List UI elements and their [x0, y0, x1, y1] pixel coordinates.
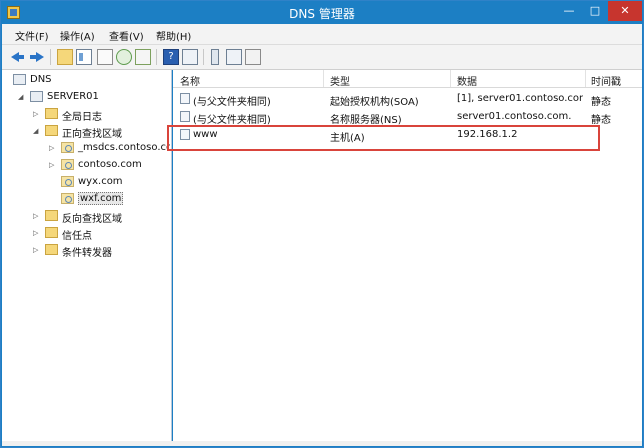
menu-bar: 文件(F) 操作(A) 查看(V) 帮助(H) — [2, 24, 642, 45]
dns-icon[interactable] — [226, 49, 242, 65]
folder-icon — [45, 244, 58, 255]
dns-manager-window: DNS 管理器 — □ ✕ 文件(F) 操作(A) 查看(V) 帮助(H) ? — [0, 0, 644, 448]
collapsed-arrow-icon[interactable]: ▷ — [49, 144, 54, 152]
record-icon — [180, 111, 190, 122]
tree-label: 条件转发器 — [62, 248, 112, 259]
tree-item-wyx-zone[interactable]: wyx.com — [2, 175, 170, 190]
collapsed-arrow-icon[interactable]: ▷ — [33, 229, 38, 237]
column-divider[interactable] — [585, 70, 586, 87]
list-header: 名称 类型 数据 时间戳 — [173, 70, 642, 88]
column-header-name[interactable]: 名称 — [180, 73, 200, 88]
collapsed-arrow-icon[interactable]: ▷ — [33, 110, 38, 118]
show-hide-tree-icon[interactable] — [76, 49, 92, 65]
tree-label: wxf.com — [78, 192, 124, 205]
help-icon[interactable]: ? — [163, 49, 179, 65]
expanded-arrow-icon[interactable]: ◢ — [33, 127, 38, 135]
zone-icon — [61, 176, 74, 187]
forward-arrow-icon[interactable] — [29, 49, 45, 65]
table-row[interactable]: (与父文件夹相同) 起始授权机构(SOA) [1], server01.cont… — [173, 90, 642, 108]
zone-icon — [61, 159, 74, 170]
zone-icon — [61, 193, 74, 204]
tree-label: 信任点 — [62, 231, 92, 242]
export-list-icon[interactable] — [135, 49, 151, 65]
record-type: 名称服务器(NS) — [330, 115, 402, 126]
highlight-box — [167, 125, 600, 151]
table-row[interactable]: (与父文件夹相同) 名称服务器(NS) server01.contoso.com… — [173, 108, 642, 126]
tree-label: 全局日志 — [62, 112, 102, 123]
collapsed-arrow-icon[interactable]: ▷ — [33, 246, 38, 254]
zone-icon — [61, 142, 74, 153]
menu-file[interactable]: 文件(F) — [15, 28, 49, 43]
tree-label: contoso.com — [78, 159, 142, 170]
record-name: (与父文件夹相同) — [193, 97, 271, 108]
tree-item-trust-points[interactable]: ▷ 信任点 — [2, 226, 170, 242]
server-icon — [30, 91, 43, 102]
tree-item-contoso-zone[interactable]: ▷ contoso.com — [2, 158, 170, 173]
folder-icon — [45, 125, 58, 136]
tree-label: 反向查找区域 — [62, 214, 122, 225]
tree-item-reverse-lookup-zones[interactable]: ▷ 反向查找区域 — [2, 209, 170, 225]
folder-icon — [45, 108, 58, 119]
dns-icon — [13, 74, 26, 85]
record-icon — [180, 93, 190, 104]
properties-icon[interactable] — [97, 49, 113, 65]
collapsed-arrow-icon[interactable]: ▷ — [33, 212, 38, 220]
minimize-button[interactable]: — — [556, 1, 582, 21]
close-button[interactable]: ✕ — [608, 1, 642, 21]
tree-item-conditional-forwarders[interactable]: ▷ 条件转发器 — [2, 243, 170, 259]
folder-icon — [45, 210, 58, 221]
record-timestamp: 静态 — [591, 115, 611, 126]
tree-item-forward-lookup-zones[interactable]: ◢ 正向查找区域 — [2, 124, 170, 140]
toolbar-separator — [203, 49, 204, 65]
refresh-icon[interactable] — [116, 49, 132, 65]
column-divider[interactable] — [450, 70, 451, 87]
menu-view[interactable]: 查看(V) — [109, 28, 144, 43]
tree-label: 正向查找区域 — [62, 129, 122, 140]
tree-label: _msdcs.contoso.co — [78, 142, 170, 153]
tree-item-server01[interactable]: ◢ SERVER01 — [2, 90, 170, 105]
up-folder-icon[interactable] — [57, 49, 73, 65]
record-timestamp: 静态 — [591, 97, 611, 108]
tree-label: wyx.com — [78, 176, 123, 187]
tree-item-global-logs[interactable]: ▷ 全局日志 — [2, 107, 170, 123]
tree-item-msdcs-zone[interactable]: ▷ _msdcs.contoso.co — [2, 141, 170, 156]
tree-item-dns[interactable]: DNS — [2, 73, 170, 88]
expanded-arrow-icon[interactable]: ◢ — [18, 93, 23, 101]
tree-label: SERVER01 — [47, 91, 99, 102]
window-title: DNS 管理器 — [289, 7, 355, 21]
menu-help[interactable]: 帮助(H) — [156, 28, 191, 43]
console-icon[interactable] — [182, 49, 198, 65]
column-header-type[interactable]: 类型 — [330, 73, 350, 88]
record-icon[interactable] — [245, 49, 261, 65]
record-name: (与父文件夹相同) — [193, 115, 271, 126]
record-data: [1], server01.contoso.com. — [457, 93, 583, 104]
tree-label: DNS — [30, 74, 52, 85]
toolbar-separator — [50, 49, 51, 65]
server-icon[interactable] — [211, 49, 219, 65]
maximize-button[interactable]: □ — [582, 1, 608, 21]
menu-action[interactable]: 操作(A) — [60, 28, 95, 43]
status-strip — [2, 441, 642, 446]
folder-icon — [45, 227, 58, 238]
record-data: server01.contoso.com. — [457, 111, 572, 122]
column-header-timestamp[interactable]: 时间戳 — [591, 73, 621, 88]
column-divider[interactable] — [323, 70, 324, 87]
title-bar[interactable]: DNS 管理器 — □ ✕ — [1, 1, 643, 24]
toolbar: ? — [2, 45, 642, 70]
record-type: 起始授权机构(SOA) — [330, 97, 419, 108]
back-arrow-icon[interactable] — [10, 49, 26, 65]
toolbar-separator — [156, 49, 157, 65]
column-header-data[interactable]: 数据 — [457, 73, 477, 88]
collapsed-arrow-icon[interactable]: ▷ — [49, 161, 54, 169]
tree-item-wxf-zone[interactable]: wxf.com — [2, 192, 170, 207]
console-tree: DNS ◢ SERVER01 ▷ 全局日志 ◢ 正向查找区域 ▷ _msdcs.… — [2, 70, 172, 446]
